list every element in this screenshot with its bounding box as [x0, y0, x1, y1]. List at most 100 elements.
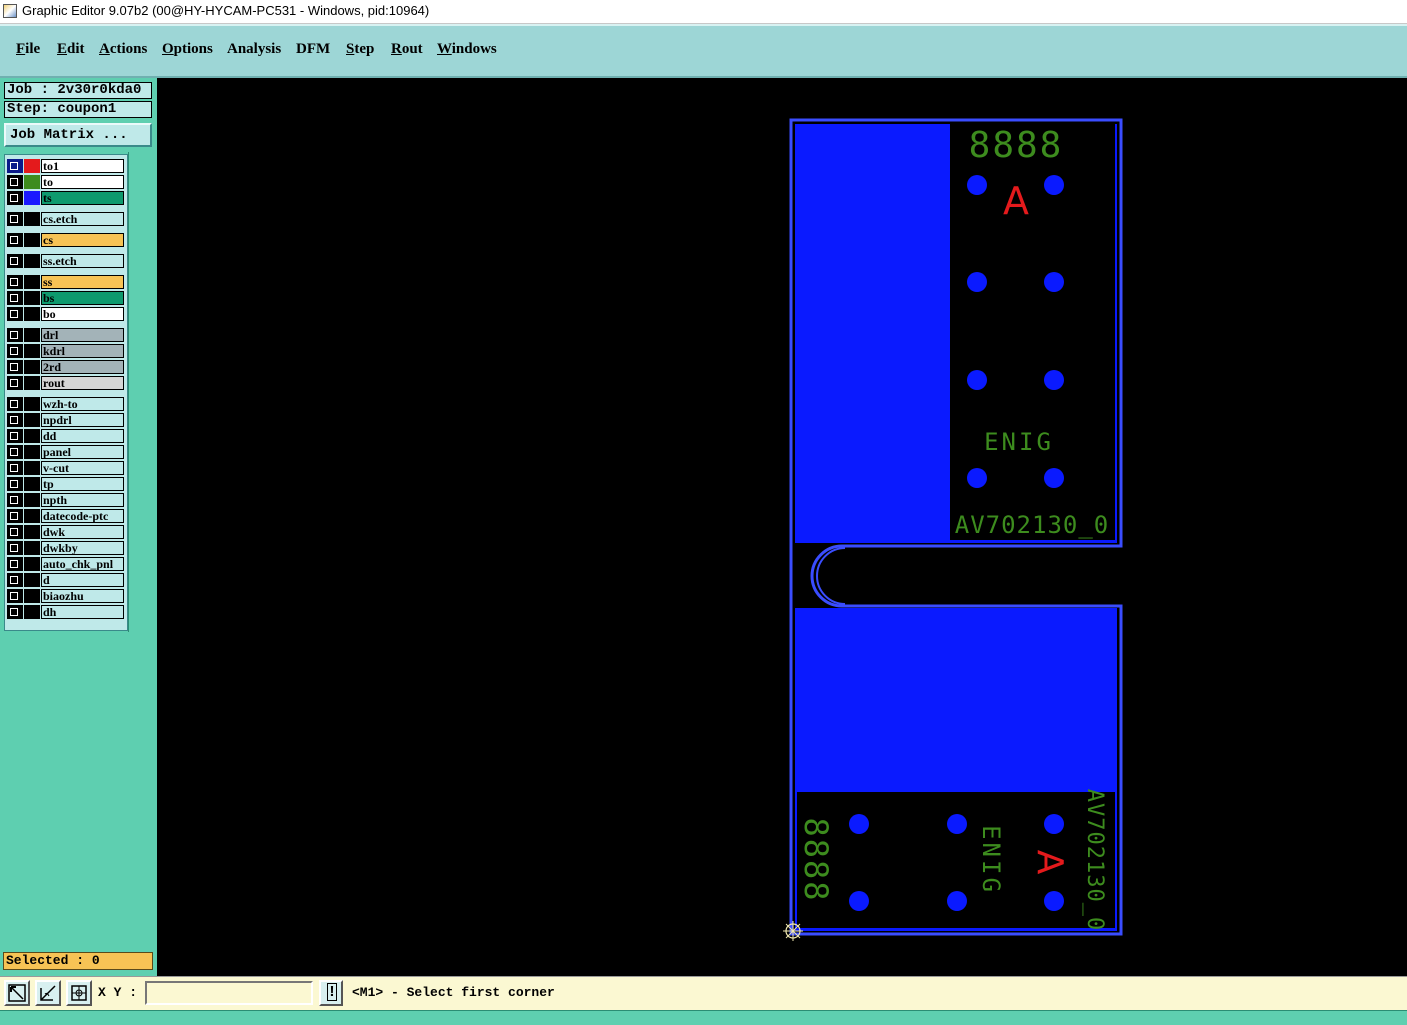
layer-color-swatch[interactable] [24, 191, 40, 205]
layer-name[interactable]: ss.etch [41, 254, 124, 268]
layer-checkbox[interactable] [7, 328, 23, 342]
menu-dfm[interactable]: DFM [296, 41, 330, 58]
layer-color-swatch[interactable] [24, 254, 40, 268]
layer-name[interactable]: rout [41, 376, 124, 390]
layer-row-to1[interactable]: to1 [7, 159, 125, 173]
layer-row-datecode-ptc[interactable]: datecode-ptc [7, 509, 125, 523]
layer-color-swatch[interactable] [24, 212, 40, 226]
layer-row-dwk[interactable]: dwk [7, 525, 125, 539]
layer-checkbox[interactable] [7, 429, 23, 443]
layer-color-swatch[interactable] [24, 557, 40, 571]
layer-name[interactable]: d [41, 573, 124, 587]
layer-row-panel[interactable]: panel [7, 445, 125, 459]
layer-checkbox[interactable] [7, 413, 23, 427]
layer-checkbox[interactable] [7, 573, 23, 587]
layer-checkbox[interactable] [7, 275, 23, 289]
layer-row-npth[interactable]: npth [7, 493, 125, 507]
layer-color-swatch[interactable] [24, 493, 40, 507]
layer-color-swatch[interactable] [24, 509, 40, 523]
layer-checkbox[interactable] [7, 445, 23, 459]
layer-name[interactable]: wzh-to [41, 397, 124, 411]
job-matrix-button[interactable]: Job Matrix ... [4, 123, 152, 147]
menu-options[interactable]: Options [162, 41, 213, 58]
layer-checkbox[interactable] [7, 376, 23, 390]
layer-name[interactable]: npth [41, 493, 124, 507]
menu-file[interactable]: File [16, 41, 40, 58]
layer-color-swatch[interactable] [24, 541, 40, 555]
layer-checkbox[interactable] [7, 307, 23, 321]
xy-input[interactable] [145, 981, 313, 1005]
layer-checkbox[interactable] [7, 509, 23, 523]
layer-name[interactable]: dh [41, 605, 124, 619]
layer-color-swatch[interactable] [24, 159, 40, 173]
menu-edit[interactable]: Edit [57, 41, 85, 58]
snap-grid-button[interactable] [66, 980, 92, 1006]
layer-checkbox[interactable] [7, 344, 23, 358]
layer-name[interactable]: tp [41, 477, 124, 491]
layer-color-swatch[interactable] [24, 445, 40, 459]
layer-color-swatch[interactable] [24, 344, 40, 358]
layer-color-swatch[interactable] [24, 525, 40, 539]
layer-color-swatch[interactable] [24, 477, 40, 491]
layer-checkbox[interactable] [7, 477, 23, 491]
layer-name[interactable]: ss [41, 275, 124, 289]
layer-name[interactable]: cs [41, 233, 124, 247]
layer-name[interactable]: datecode-ptc [41, 509, 124, 523]
layer-row-ss[interactable]: ss [7, 275, 125, 289]
layer-color-swatch[interactable] [24, 307, 40, 321]
layer-name[interactable]: bo [41, 307, 124, 321]
layer-checkbox[interactable] [7, 557, 23, 571]
layer-row-dwkby[interactable]: dwkby [7, 541, 125, 555]
layer-checkbox[interactable] [7, 159, 23, 173]
layer-checkbox[interactable] [7, 360, 23, 374]
layer-checkbox[interactable] [7, 461, 23, 475]
layer-color-swatch[interactable] [24, 376, 40, 390]
layer-row-to[interactable]: to [7, 175, 125, 189]
layer-color-swatch[interactable] [24, 328, 40, 342]
layer-name[interactable]: biaozhu [41, 589, 124, 603]
layer-name[interactable]: 2rd [41, 360, 124, 374]
layer-row-drl[interactable]: drl [7, 328, 125, 342]
layer-name[interactable]: dwkby [41, 541, 124, 555]
layer-checkbox[interactable] [7, 589, 23, 603]
layer-name[interactable]: dd [41, 429, 124, 443]
layer-row-kdrl[interactable]: kdrl [7, 344, 125, 358]
layer-color-swatch[interactable] [24, 429, 40, 443]
graphic-canvas[interactable]: 8888 A ENIG AV702130_0 8888 ENIG A AV702… [157, 78, 1407, 976]
layer-name[interactable]: to [41, 175, 124, 189]
layer-color-swatch[interactable] [24, 573, 40, 587]
layer-row-auto_chk_pnl[interactable]: auto_chk_pnl [7, 557, 125, 571]
layer-name[interactable]: auto_chk_pnl [41, 557, 124, 571]
layer-row-ts[interactable]: ts [7, 191, 125, 205]
layer-color-swatch[interactable] [24, 397, 40, 411]
menu-windows[interactable]: Windows [437, 41, 497, 58]
layer-row-tp[interactable]: tp [7, 477, 125, 491]
layer-color-swatch[interactable] [24, 291, 40, 305]
layer-checkbox[interactable] [7, 191, 23, 205]
menu-actions[interactable]: Actions [99, 41, 147, 58]
layer-row-d[interactable]: d [7, 573, 125, 587]
layer-color-swatch[interactable] [24, 275, 40, 289]
layer-name[interactable]: cs.etch [41, 212, 124, 226]
layer-row-ss.etch[interactable]: ss.etch [7, 254, 125, 268]
layer-color-swatch[interactable] [24, 461, 40, 475]
layer-name[interactable]: to1 [41, 159, 124, 173]
layer-checkbox[interactable] [7, 254, 23, 268]
layer-checkbox[interactable] [7, 212, 23, 226]
menu-rout[interactable]: Rout [391, 41, 423, 58]
menu-analysis[interactable]: Analysis [227, 41, 281, 58]
layer-checkbox[interactable] [7, 397, 23, 411]
layer-name[interactable]: dwk [41, 525, 124, 539]
layer-row-npdrl[interactable]: npdrl [7, 413, 125, 427]
layer-row-biaozhu[interactable]: biaozhu [7, 589, 125, 603]
zoom-area-button[interactable] [4, 980, 30, 1006]
layer-row-rout[interactable]: rout [7, 376, 125, 390]
layer-checkbox[interactable] [7, 605, 23, 619]
layer-row-v-cut[interactable]: v-cut [7, 461, 125, 475]
layer-row-2rd[interactable]: 2rd [7, 360, 125, 374]
layer-name[interactable]: v-cut [41, 461, 124, 475]
layer-color-swatch[interactable] [24, 605, 40, 619]
layer-checkbox[interactable] [7, 525, 23, 539]
layer-row-dd[interactable]: dd [7, 429, 125, 443]
layer-name[interactable]: bs [41, 291, 124, 305]
